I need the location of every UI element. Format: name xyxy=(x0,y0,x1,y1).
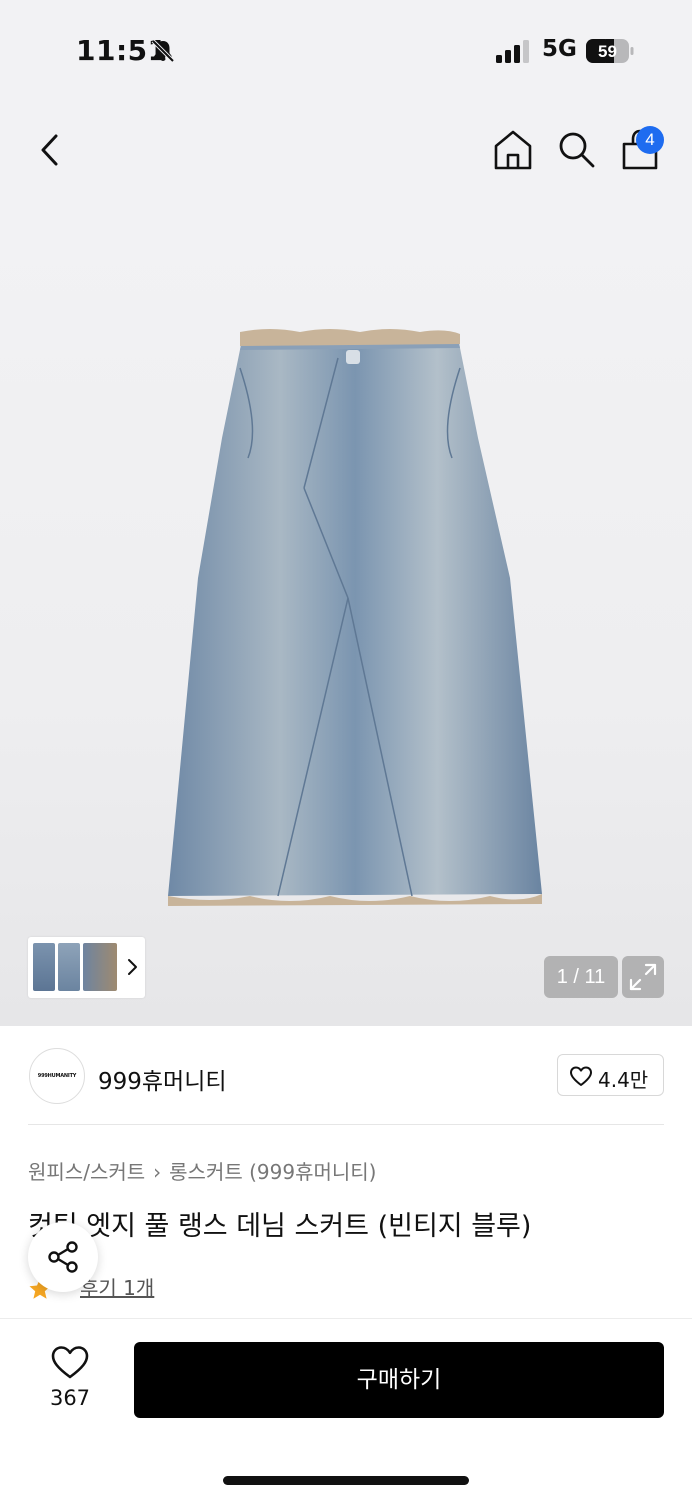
breadcrumb-subcategory[interactable]: 롱스커트 (999휴머니티) xyxy=(169,1160,376,1184)
brand-logo[interactable]: 999HUMANITY xyxy=(29,1048,85,1104)
cart-badge: 4 xyxy=(636,126,664,154)
expand-button[interactable] xyxy=(622,956,664,998)
thumbnail[interactable] xyxy=(83,943,117,991)
thumbnail-strip[interactable] xyxy=(28,937,145,998)
heart-icon xyxy=(570,1066,592,1086)
divider xyxy=(28,1124,664,1125)
image-counter: 1 / 11 xyxy=(544,956,618,998)
brand-like-button[interactable]: 4.4만 xyxy=(557,1054,664,1096)
product-image[interactable] xyxy=(150,318,550,918)
network-type: 5G xyxy=(542,36,577,62)
home-indicator xyxy=(223,1476,469,1485)
thumbnail[interactable] xyxy=(33,943,55,991)
thumbnail[interactable] xyxy=(58,943,80,991)
home-icon[interactable] xyxy=(492,128,534,172)
heart-icon[interactable] xyxy=(50,1344,90,1380)
search-icon[interactable] xyxy=(556,129,596,169)
bell-slash-icon xyxy=(151,39,175,63)
chevron-right-icon[interactable] xyxy=(126,957,138,977)
breadcrumb-category[interactable]: 원피스/스커트 xyxy=(28,1160,145,1184)
chevron-right-icon: › xyxy=(153,1160,162,1184)
back-icon[interactable] xyxy=(34,130,66,170)
brand-like-count: 4.4만 xyxy=(598,1068,649,1092)
brand-name[interactable]: 999휴머니티 xyxy=(98,1062,227,1096)
share-icon xyxy=(48,1241,78,1273)
battery-icon: 59 xyxy=(586,39,634,63)
breadcrumb: 원피스/스커트 › 롱스커트 (999휴머니티) xyxy=(28,1156,376,1185)
expand-icon xyxy=(629,963,657,991)
buy-button[interactable]: 구매하기 xyxy=(134,1342,664,1418)
signal-icon xyxy=(496,40,529,63)
battery-level: 59 xyxy=(598,42,617,61)
product-title: 컷팅 엣지 풀 랭스 데님 스커트 (빈티지 블루) xyxy=(28,1211,532,1242)
wish-count: 367 xyxy=(49,1386,91,1410)
share-button[interactable] xyxy=(28,1222,98,1292)
